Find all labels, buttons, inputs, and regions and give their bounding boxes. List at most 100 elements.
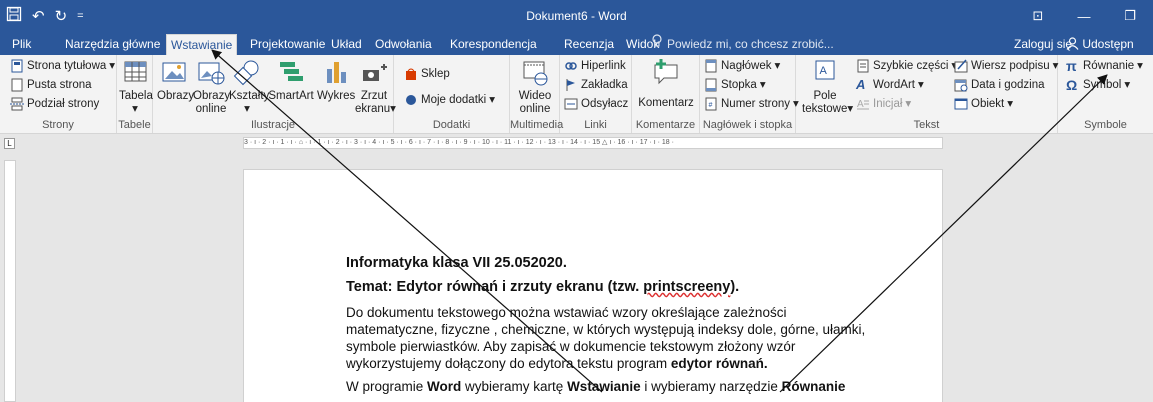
group-label: Komentarze [635, 119, 696, 131]
svg-text:#: # [709, 102, 713, 109]
quick-parts-button[interactable]: Szybkie części ▾ [856, 57, 957, 75]
undo-icon[interactable]: ↶ [32, 7, 45, 25]
horizontal-ruler[interactable]: 3 · ı · 2 · ı · 1 · ı · ⌂ · ı · 1 · ı · … [243, 137, 943, 149]
paragraph-2: W programie Word wybieramy kartę Wstawia… [346, 378, 866, 395]
group-comments: Komentarz Komentarze [632, 55, 700, 133]
footer-icon [704, 78, 718, 92]
ribbon-display-options-icon[interactable]: ⊡ [1015, 0, 1061, 32]
tab-review[interactable]: Recenzja [560, 34, 618, 55]
wordart-icon: A [856, 77, 866, 92]
group-label: Dodatki [432, 119, 471, 131]
page-number-label: Numer strony [721, 98, 791, 110]
share-button[interactable]: Udostępn [1066, 34, 1134, 55]
calendar-icon [954, 78, 968, 92]
sign-in-link[interactable]: Zaloguj się [1014, 34, 1072, 55]
signature-line-button[interactable]: Wiersz podpisu ▾ [954, 57, 1058, 75]
group-links: Hiperlink Zakładka Odsyłacz Linki [560, 55, 632, 133]
shapes-icon [232, 57, 262, 87]
p2-text-c: wybieramy kartę [461, 379, 568, 394]
signature-pen-icon [954, 59, 968, 73]
shapes-label: Kształty [229, 90, 270, 102]
spelling-error[interactable]: printscreeny [643, 279, 730, 295]
group-pages: Strona tytułowa ▾ Pusta strona Podział st… [0, 55, 117, 133]
symbol-button[interactable]: Ω Symbol ▾ [1066, 76, 1130, 94]
equation-button[interactable]: π Równanie ▾ [1066, 57, 1143, 75]
blank-page-button[interactable]: Pusta strona [10, 76, 92, 94]
object-button[interactable]: Obiekt ▾ [954, 95, 1013, 113]
group-label: Ilustracje [250, 119, 296, 131]
smartart-button[interactable]: SmartArt [265, 57, 317, 103]
chart-button[interactable]: Wykres [317, 57, 355, 103]
table-button[interactable]: Tabela ▾ [119, 57, 153, 116]
tab-layout[interactable]: Układ [327, 34, 366, 55]
minimize-button[interactable]: — [1061, 0, 1107, 32]
online-video-label-2: online [519, 103, 551, 115]
page-break-button[interactable]: Podział strony [10, 95, 99, 113]
tab-insert[interactable]: Wstawianie [166, 34, 238, 55]
group-illustrations: Obrazy Obrazy online Kształty ▾ SmartArt… [153, 55, 396, 133]
shapes-button[interactable]: Kształty ▾ [229, 57, 270, 116]
pi-icon: π [1066, 58, 1077, 74]
online-pictures-button[interactable]: Obrazy online [193, 57, 230, 116]
cover-page-button[interactable]: Strona tytułowa ▾ [10, 57, 115, 75]
document-page[interactable]: Informatyka klasa VII 25.052020. Temat: … [243, 169, 943, 402]
comment-button[interactable]: Komentarz [636, 57, 696, 110]
person-icon [1066, 37, 1082, 51]
bookmark-flag-icon [564, 78, 578, 92]
bookmark-button[interactable]: Zakładka [564, 76, 628, 94]
tab-design[interactable]: Projektowanie [246, 34, 329, 55]
drop-cap-button[interactable]: A Inicjał ▾ [856, 95, 911, 113]
header-button[interactable]: Nagłówek ▾ [704, 57, 780, 75]
tab-home[interactable]: Narzędzia główne [61, 34, 164, 55]
table-label: Tabela [119, 90, 153, 102]
dropdown-icon: ▾ [489, 94, 495, 106]
date-time-button[interactable]: Data i godzina [954, 76, 1045, 94]
wordart-button[interactable]: A WordArt ▾ [856, 76, 924, 94]
screenshot-button[interactable]: Zrzut ekranu▾ [355, 57, 396, 116]
hyperlink-icon [564, 59, 578, 73]
tab-file[interactable]: Plik [8, 34, 35, 55]
quick-parts-icon [856, 59, 870, 73]
tell-me-search[interactable]: Powiedz mi, co chcesz zrobić... [652, 34, 834, 55]
pictures-button[interactable]: Obrazy [157, 57, 194, 103]
group-label: Nagłówek i stopka [702, 119, 793, 131]
comment-label: Komentarz [638, 97, 694, 109]
bookmark-label: Zakładka [581, 79, 628, 91]
heading-2-suffix: ). [730, 279, 740, 295]
hyperlink-button[interactable]: Hiperlink [564, 57, 626, 75]
quick-access-toolbar: ↶ ↻ = [6, 4, 84, 28]
paragraph-1-bold: edytor równań. [670, 356, 768, 371]
dropdown-icon: ▾ [847, 103, 854, 115]
tab-selector[interactable]: L [4, 138, 15, 149]
save-icon[interactable] [6, 6, 22, 26]
tab-mailings[interactable]: Korespondencja [446, 34, 541, 55]
group-tables: Tabela ▾ Tabele [117, 55, 153, 133]
tab-references[interactable]: Odwołania [371, 34, 436, 55]
cross-reference-icon [564, 97, 578, 111]
store-button[interactable]: Sklep [404, 65, 450, 83]
text-box-icon: A [810, 57, 840, 87]
customize-qat-icon[interactable]: = [77, 10, 83, 22]
cross-reference-button[interactable]: Odsyłacz [564, 95, 628, 113]
svg-text:A: A [820, 65, 828, 77]
blank-page-icon [10, 78, 24, 92]
vertical-ruler[interactable] [4, 160, 16, 402]
redo-icon[interactable]: ↻ [55, 7, 68, 25]
text-box-button[interactable]: A Pole tekstowe▾ [802, 57, 853, 116]
screenshot-label-2: ekranu▾ [355, 103, 396, 116]
dropdown-icon: ▾ [774, 60, 781, 72]
footer-button[interactable]: Stopka ▾ [704, 76, 766, 94]
object-icon [954, 97, 968, 111]
camera-plus-icon [359, 57, 389, 87]
dropdown-icon: ▾ [132, 103, 138, 115]
my-add-ins-button[interactable]: Moje dodatki ▾ [404, 91, 495, 109]
online-video-button[interactable]: Wideo online [514, 57, 556, 116]
svg-text:A: A [857, 99, 864, 110]
maximize-button[interactable]: ❐ [1107, 0, 1153, 32]
group-header-footer: Nagłówek ▾ Stopka ▾ # Numer strony ▾ Nagłów… [700, 55, 799, 133]
page-number-button[interactable]: # Numer strony ▾ [704, 95, 799, 113]
ribbon: Strona tytułowa ▾ Pusta strona Podział st… [0, 55, 1153, 134]
wordart-label: WordArt [873, 79, 915, 91]
header-label: Nagłówek [721, 60, 772, 72]
symbol-label: Symbol [1083, 79, 1122, 91]
